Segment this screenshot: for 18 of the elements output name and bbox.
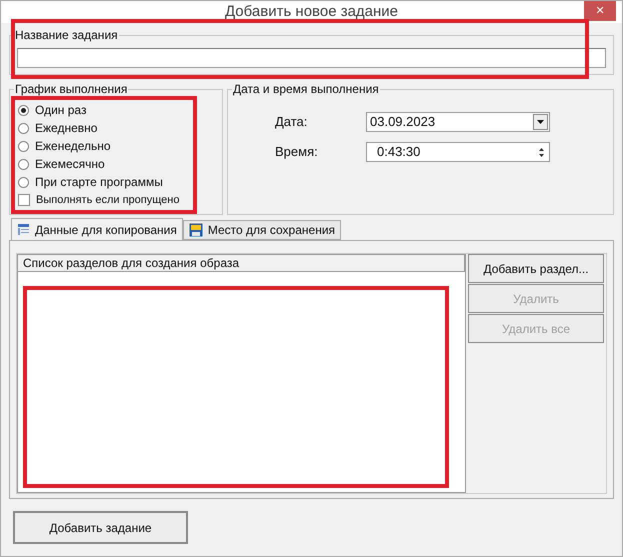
tab[interactable]: Данные для копирования [11, 218, 183, 240]
date-label: Дата: [275, 113, 308, 132]
time-spinner[interactable]: 0:43:30 [366, 142, 550, 162]
close-button[interactable]: ✕ [584, 1, 616, 21]
tab[interactable]: Место для сохранения [182, 220, 342, 240]
time-label: Время: [275, 143, 319, 162]
list-action-button[interactable]: Добавить раздел... [468, 254, 604, 283]
schedule-radio[interactable]: Ежемесячно [18, 156, 218, 172]
add-task-button[interactable]: Добавить задание [13, 511, 188, 544]
list-column-header[interactable]: Список разделов для создания образа [18, 255, 465, 272]
schedule-radio[interactable]: Один раз [18, 102, 218, 118]
schedule-radio[interactable]: Еженедельно [18, 138, 218, 154]
date-picker[interactable]: 03.09.2023 [366, 112, 550, 132]
window-title: Добавить новое задание [224, 2, 398, 22]
schedule-radio[interactable]: Ежедневно [18, 120, 218, 136]
group-label: График выполнения [14, 81, 128, 97]
missed-checkbox[interactable]: Выполнять если пропущено [18, 192, 218, 208]
schedule-radio[interactable]: При старте программы [18, 174, 218, 190]
